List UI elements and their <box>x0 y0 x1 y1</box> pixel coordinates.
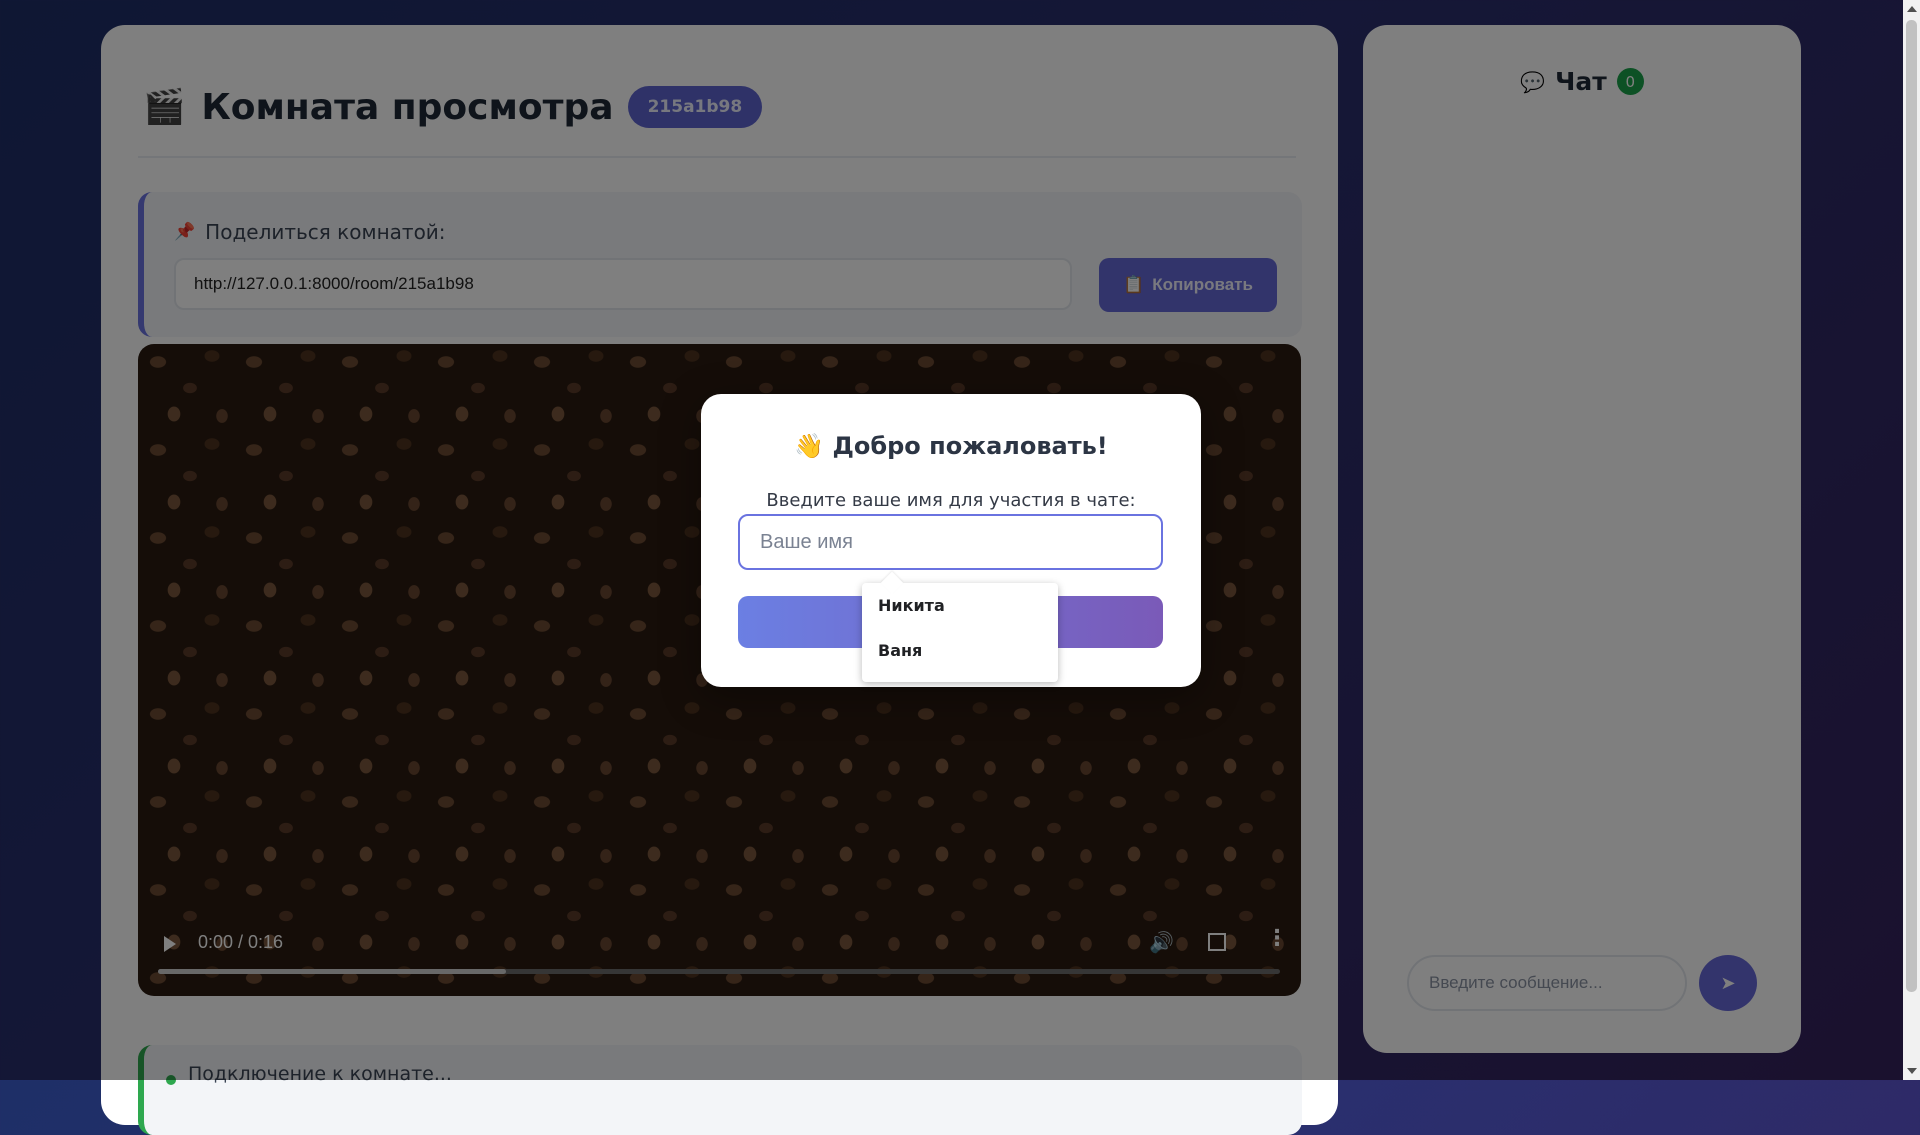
autocomplete-item[interactable]: Ваня <box>862 628 1058 673</box>
scroll-down-arrow-icon[interactable] <box>1907 1068 1917 1074</box>
modal-title: 👋 Добро пожаловать! <box>794 432 1108 460</box>
autocomplete-item[interactable]: Никита <box>862 583 1058 628</box>
scroll-thumb[interactable] <box>1906 20 1917 992</box>
name-input[interactable]: Ваше имя <box>738 514 1163 570</box>
page-scrollbar[interactable] <box>1903 0 1920 1080</box>
autocomplete-dropdown: Никита Ваня <box>862 583 1058 682</box>
modal-hint: Введите ваше имя для участия в чате: <box>766 490 1136 511</box>
scroll-up-arrow-icon[interactable] <box>1907 6 1917 12</box>
